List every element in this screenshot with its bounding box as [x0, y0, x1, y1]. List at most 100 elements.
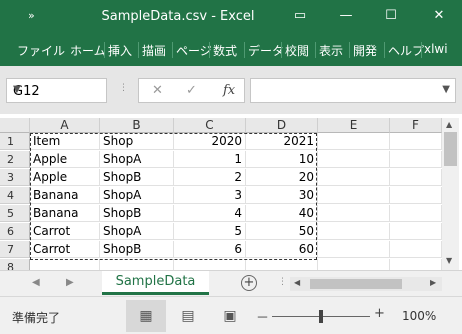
cell[interactable]: ShopA	[100, 187, 174, 204]
cell[interactable]	[318, 223, 390, 240]
cell[interactable]: 40	[246, 205, 318, 222]
row-header[interactable]: 1	[0, 133, 30, 150]
row-header[interactable]: 4	[0, 187, 30, 204]
cell[interactable]	[318, 259, 390, 270]
tab-formulas[interactable]: 数式	[213, 42, 237, 59]
chevron-down-icon[interactable]: ▼	[442, 84, 450, 95]
cell[interactable]: Carrot	[30, 223, 100, 240]
sheet-tab-active[interactable]: SampleData	[102, 271, 209, 295]
cell[interactable]: ShopA	[100, 151, 174, 168]
tab-developer[interactable]: 開発	[353, 42, 377, 59]
cell[interactable]	[318, 169, 390, 186]
cancel-icon[interactable]: ✕	[152, 83, 163, 98]
tab-insert[interactable]: 挿入	[108, 42, 132, 59]
close-icon[interactable]: ✕	[428, 6, 450, 26]
cell[interactable]: Apple	[30, 151, 100, 168]
cell[interactable]: Carrot	[30, 241, 100, 258]
scrollbar-thumb[interactable]	[444, 132, 457, 166]
cell[interactable]: 10	[246, 151, 318, 168]
row-header[interactable]: 3	[0, 169, 30, 186]
column-header[interactable]: B	[100, 118, 174, 133]
cell[interactable]: 20	[246, 169, 318, 186]
cell[interactable]: 2020	[174, 133, 246, 150]
cell[interactable]: Item	[30, 133, 100, 150]
column-header[interactable]: C	[174, 118, 246, 133]
cell[interactable]: 60	[246, 241, 318, 258]
cell[interactable]	[390, 241, 442, 258]
formula-input[interactable]: ▼	[250, 78, 456, 103]
tab-home[interactable]: ホーム	[70, 42, 106, 59]
cell[interactable]	[174, 259, 246, 270]
name-box[interactable]: G12 ▼	[6, 78, 107, 103]
cell[interactable]	[390, 133, 442, 150]
tab-draw[interactable]: 描画	[142, 42, 166, 59]
tab-review[interactable]: 校閲	[285, 42, 309, 59]
cell[interactable]: Shop	[100, 133, 174, 150]
zoom-out-icon[interactable]: －	[256, 307, 269, 326]
maximize-icon[interactable]: ☐	[380, 6, 402, 26]
cell[interactable]: 50	[246, 223, 318, 240]
row-header[interactable]: 6	[0, 223, 30, 240]
select-all-corner[interactable]	[0, 118, 30, 133]
previous-sheet-icon[interactable]: ◀	[32, 277, 40, 288]
cell[interactable]	[390, 151, 442, 168]
page-break-preview-icon[interactable]: ▣	[210, 300, 250, 332]
minimize-icon[interactable]: —	[335, 6, 357, 26]
cell[interactable]: ShopB	[100, 205, 174, 222]
cell[interactable]: 3	[174, 187, 246, 204]
zoom-in-icon[interactable]: +	[374, 306, 385, 321]
cell[interactable]: ShopA	[100, 223, 174, 240]
row-header[interactable]: 7	[0, 241, 30, 258]
cell[interactable]	[318, 241, 390, 258]
cell[interactable]: 5	[174, 223, 246, 240]
chevron-down-icon[interactable]: ▼	[13, 84, 102, 95]
tab-view[interactable]: 表示	[319, 42, 343, 59]
cell[interactable]	[318, 151, 390, 168]
page-layout-view-icon[interactable]: ▤	[168, 300, 208, 332]
cell[interactable]	[30, 259, 100, 270]
cell[interactable]: 2	[174, 169, 246, 186]
cell[interactable]	[100, 259, 174, 270]
cell[interactable]	[390, 187, 442, 204]
ribbon-display-options-icon[interactable]: ▭	[289, 6, 311, 26]
cell[interactable]: Banana	[30, 187, 100, 204]
cell[interactable]: 6	[174, 241, 246, 258]
tab-xlwings[interactable]: xlwi	[424, 42, 448, 56]
column-header[interactable]: D	[246, 118, 318, 133]
cell[interactable]: 1	[174, 151, 246, 168]
enter-icon[interactable]: ✓	[186, 83, 197, 98]
cell[interactable]: 30	[246, 187, 318, 204]
cell[interactable]	[390, 205, 442, 222]
cell[interactable]: 2021	[246, 133, 318, 150]
scrollbar-thumb[interactable]	[310, 279, 402, 289]
cell[interactable]	[390, 259, 442, 270]
cell[interactable]: Banana	[30, 205, 100, 222]
tab-data[interactable]: データ	[248, 42, 284, 59]
cell[interactable]: ShopB	[100, 241, 174, 258]
tab-help[interactable]: ヘルプ	[388, 42, 424, 59]
column-header[interactable]: E	[318, 118, 390, 133]
cell[interactable]	[390, 169, 442, 186]
scroll-right-icon[interactable]: ▶	[430, 278, 436, 287]
column-header[interactable]: A	[30, 118, 100, 133]
scroll-up-icon[interactable]: ▲	[446, 120, 452, 129]
cell[interactable]: ShopB	[100, 169, 174, 186]
insert-function-icon[interactable]: fx	[223, 83, 235, 98]
scroll-left-icon[interactable]: ◀	[294, 278, 300, 287]
normal-view-icon[interactable]: ▦	[126, 300, 166, 332]
column-header[interactable]: F	[390, 118, 442, 133]
cell[interactable]	[318, 205, 390, 222]
tab-page-layout[interactable]: ページ	[176, 42, 212, 59]
cell[interactable]	[318, 187, 390, 204]
cell[interactable]: Apple	[30, 169, 100, 186]
vertical-scrollbar[interactable]: ▲ ▼	[442, 118, 459, 270]
scroll-down-icon[interactable]: ▼	[446, 256, 452, 265]
cell[interactable]	[390, 223, 442, 240]
add-sheet-icon[interactable]: +	[241, 275, 257, 291]
cell[interactable]	[318, 133, 390, 150]
tab-file[interactable]: ファイル	[17, 42, 65, 59]
zoom-slider-thumb[interactable]	[319, 310, 323, 323]
row-header[interactable]: 2	[0, 151, 30, 168]
row-header[interactable]: 5	[0, 205, 30, 222]
horizontal-scrollbar[interactable]: ◀ ▶	[290, 277, 442, 291]
